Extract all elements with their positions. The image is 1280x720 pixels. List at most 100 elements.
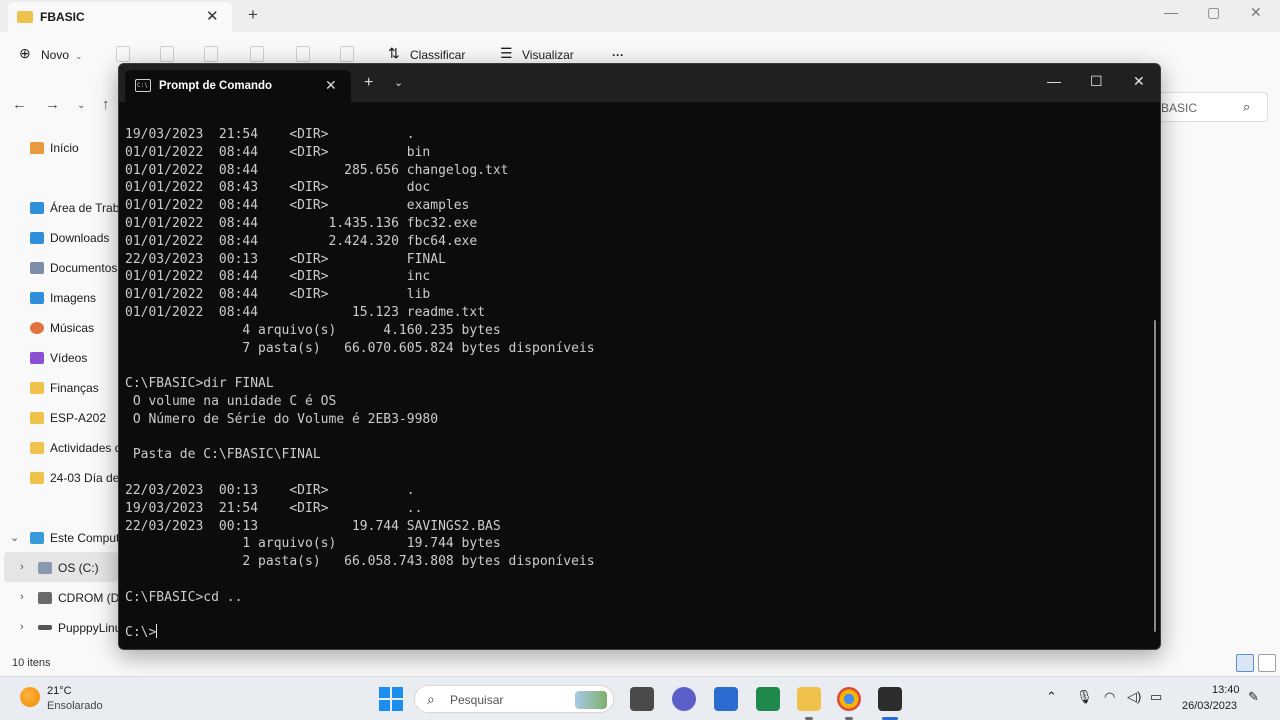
chevron-right-icon[interactable]: ›: [20, 561, 24, 573]
start-button[interactable]: [379, 687, 403, 711]
sidebar-item-24-03[interactable]: 24-03 Día de l: [30, 471, 125, 491]
chrome-icon[interactable]: [837, 687, 861, 711]
terminal-tab[interactable]: C:\ Prompt de Comando ✕: [125, 70, 351, 102]
minimize-button[interactable]: —: [1164, 4, 1178, 20]
word-icon[interactable]: [714, 687, 738, 711]
terminal-icon[interactable]: [878, 687, 902, 711]
sidebar-item-pictures[interactable]: Imagens: [30, 291, 96, 311]
sun-icon[interactable]: [20, 687, 40, 707]
minimize-button[interactable]: —: [1047, 73, 1061, 89]
tiles-view-icon[interactable]: [1258, 654, 1276, 672]
teams-chat-icon[interactable]: [672, 687, 696, 711]
cut-icon[interactable]: [116, 46, 130, 62]
task-view-icon[interactable]: [630, 687, 654, 711]
sidebar-item-drive-c[interactable]: OS (C:): [38, 561, 99, 581]
notification-icon[interactable]: ✎: [1248, 689, 1259, 705]
taskbar: 21°C Ensolarado ⌕ Pesquisar ⌃ 🎙 ◠ ◁) ▭ 1…: [0, 676, 1280, 720]
maximize-button[interactable]: ☐: [1090, 73, 1103, 90]
sidebar-item-documents[interactable]: Documentos: [30, 261, 117, 281]
delete-icon[interactable]: [340, 46, 354, 62]
weather-temperature[interactable]: 21°C: [47, 685, 72, 697]
new-tab-button[interactable]: +: [364, 74, 373, 92]
folder-icon: [30, 412, 44, 424]
sidebar-item-videos[interactable]: Vídeos: [30, 351, 87, 371]
sidebar-item-actividades[interactable]: Actividades d: [30, 441, 121, 461]
chevron-right-icon[interactable]: ›: [20, 621, 24, 633]
chevron-down-icon[interactable]: ⌄: [10, 531, 19, 544]
explorer-navigation: ← → ⌄ ↑: [0, 90, 120, 120]
clock-time[interactable]: 13:40: [1212, 684, 1240, 696]
up-arrow-icon[interactable]: ↑: [102, 96, 110, 113]
sidebar-item-cdrom[interactable]: CDROM (D:: [38, 591, 123, 611]
taskbar-search[interactable]: ⌕ Pesquisar: [414, 685, 614, 713]
view-button[interactable]: Visualizar: [522, 48, 574, 62]
terminal-line: O volume na unidade C é OS: [125, 393, 337, 409]
terminal-line: 01/01/2022 08:44 <DIR> lib: [125, 287, 431, 303]
scrollbar[interactable]: [1154, 320, 1156, 632]
maximize-button[interactable]: ▢: [1207, 4, 1220, 21]
sidebar-item-financas[interactable]: Finanças: [30, 381, 99, 401]
copy-icon[interactable]: [160, 46, 174, 62]
sidebar-item-home[interactable]: Início: [30, 141, 79, 161]
close-window-button[interactable]: ✕: [1250, 4, 1262, 21]
excel-icon[interactable]: [756, 687, 780, 711]
close-tab-icon[interactable]: ✕: [325, 77, 337, 94]
terminal-line: 01/01/2022 08:44 <DIR> examples: [125, 198, 470, 214]
paste-icon[interactable]: [204, 46, 218, 62]
taskbar-search-placeholder: Pesquisar: [450, 693, 504, 707]
sidebar-item-downloads[interactable]: Downloads: [30, 231, 109, 251]
sidebar-item-label: ESP-A202: [50, 411, 107, 425]
sidebar-item-desktop[interactable]: Área de Traba: [30, 201, 126, 221]
details-view-icon[interactable]: [1236, 654, 1254, 672]
sidebar-item-puppylinux[interactable]: PupppyLinu: [38, 621, 121, 641]
windows-logo-icon: [392, 700, 403, 711]
folder-icon: [30, 382, 44, 394]
terminal-prompt-line[interactable]: C:\>: [125, 624, 1145, 642]
sidebar-item-label: OS (C:): [58, 561, 99, 575]
wifi-icon[interactable]: ◠: [1104, 689, 1115, 705]
forward-arrow-icon[interactable]: →: [45, 96, 60, 113]
navigation-pane: Início Área de Traba Downloads Documento…: [0, 130, 126, 660]
terminal-line: 01/01/2022 08:44 <DIR> inc: [125, 269, 431, 285]
sidebar-item-esp-a202[interactable]: ESP-A202: [30, 411, 106, 431]
sidebar-item-this-pc[interactable]: Este Computa: [30, 531, 126, 551]
command-prompt-window: C:\ Prompt de Comando ✕ + ⌄ — ☐ ✕ 19/03/…: [118, 63, 1161, 650]
explorer-search-box[interactable]: BASIC ⌕: [1150, 92, 1268, 122]
rename-icon[interactable]: [250, 46, 264, 62]
sidebar-item-label: Imagens: [50, 291, 97, 305]
file-explorer-icon[interactable]: [797, 687, 821, 711]
close-window-button[interactable]: ✕: [1133, 73, 1145, 90]
cmd-icon: C:\: [135, 79, 151, 92]
sidebar-item-label: PupppyLinu: [58, 621, 122, 635]
sort-icon: ⇅: [388, 45, 400, 61]
profile-dropdown-icon[interactable]: ⌄: [394, 76, 403, 89]
close-tab-icon[interactable]: ✕: [206, 7, 219, 25]
sidebar-item-music[interactable]: Músicas: [30, 321, 94, 341]
explorer-tab-fbasic[interactable]: FBASIC ✕: [8, 2, 232, 32]
battery-icon[interactable]: ▭: [1150, 689, 1162, 705]
sidebar-item-label: Downloads: [50, 231, 110, 245]
terminal-output[interactable]: 19/03/2023 21:54 <DIR> . 01/01/2022 08:44…: [125, 126, 1145, 642]
new-tab-button[interactable]: +: [248, 5, 258, 25]
sort-button[interactable]: Classificar: [410, 48, 465, 62]
text-cursor: [156, 624, 158, 639]
new-button[interactable]: Novo: [41, 48, 69, 62]
more-options-button[interactable]: ···: [612, 48, 624, 62]
clock-date[interactable]: 26/03/2023: [1182, 700, 1237, 712]
folder-icon: [17, 11, 33, 23]
usb-drive-icon: [38, 625, 52, 630]
terminal-line: 2 pasta(s) 66.058.743.808 bytes disponív…: [125, 554, 595, 570]
recent-chevron-icon[interactable]: ⌄: [77, 100, 85, 111]
chevron-up-icon[interactable]: ⌃: [1046, 689, 1057, 705]
back-arrow-icon[interactable]: ←: [12, 96, 27, 113]
chevron-right-icon[interactable]: ›: [20, 591, 24, 603]
terminal-line: O Número de Série do Volume é 2EB3-9980: [125, 411, 439, 427]
speaker-icon[interactable]: ◁): [1127, 689, 1141, 705]
share-icon[interactable]: [296, 46, 310, 62]
sidebar-item-label: 24-03 Día de l: [50, 471, 126, 485]
music-icon: [30, 322, 44, 334]
microphone-icon[interactable]: 🎙: [1076, 689, 1093, 705]
terminal-line: 01/01/2022 08:44 1.435.136 fbc32.exe: [125, 215, 478, 231]
weather-description[interactable]: Ensolarado: [47, 700, 103, 712]
